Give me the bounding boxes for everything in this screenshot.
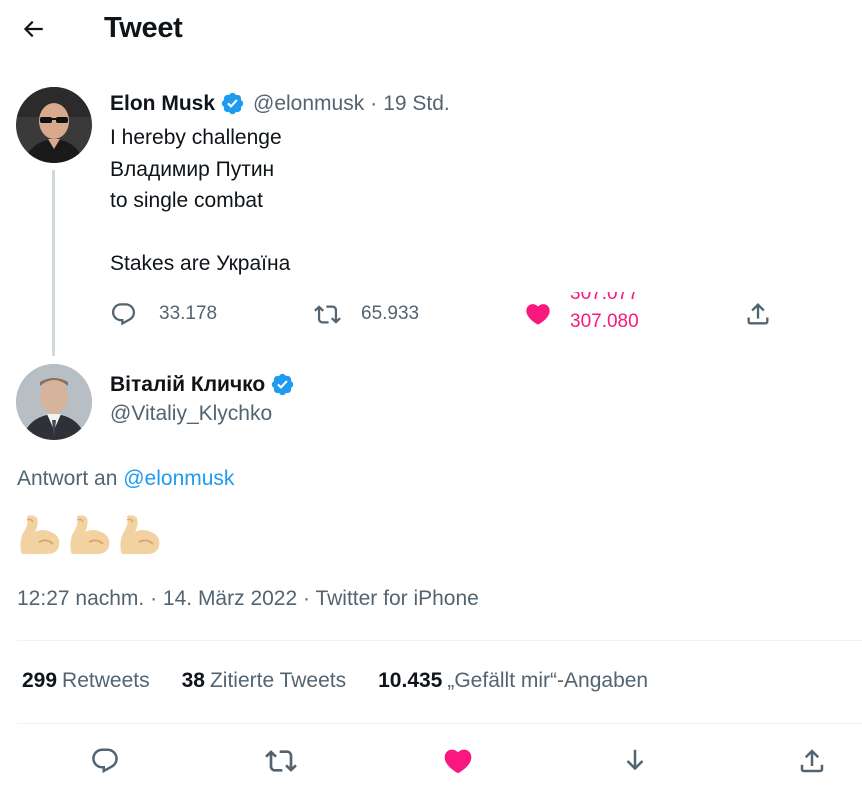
tweet-timestamp[interactable]: 12:27 nachm. · 14. März 2022 · Twitter f… [17, 587, 479, 611]
share-button[interactable] [789, 738, 835, 784]
parent-tweet-header: Elon Musk @elonmusk · 19 Std. [110, 91, 450, 116]
retweet-button[interactable] [258, 738, 304, 784]
quotes-label: Zitierte Tweets [209, 669, 347, 692]
share-button[interactable] [744, 292, 772, 336]
tweet-stats: 299 Retweets 38 Zitierte Tweets 10.435 „Gef… [22, 669, 680, 693]
quotes-value: 38 [181, 669, 205, 692]
retweet-button[interactable]: 65.933 [314, 292, 419, 336]
flexed-biceps-icon [20, 515, 60, 554]
tweet-text-line: Владимир Путин [110, 157, 275, 181]
author-handle[interactable]: @Vitaliy_Klychko [110, 402, 272, 426]
like-count-rolling: 307.077 307.080 [570, 292, 660, 330]
retweet-icon [314, 304, 341, 324]
retweets-label: Retweets [62, 669, 150, 692]
author-name[interactable]: Віталій Кличко [110, 373, 265, 397]
main-tweet-header: Віталій Кличко [110, 372, 295, 397]
tweet-time[interactable]: 19 Std. [383, 92, 450, 116]
likes-stat[interactable]: 10.435 „Gefällt mir“-Angaben [378, 669, 648, 693]
avatar-elon-musk[interactable] [16, 87, 92, 163]
heart-filled-icon [526, 304, 550, 325]
reply-to-handle-link[interactable]: @elonmusk [123, 467, 234, 490]
parent-tweet-actions: 33.178 65.933 307.077 307.080 [110, 292, 790, 336]
tweet-text-line: to single combat [110, 189, 263, 212]
thread-connector [52, 170, 55, 356]
reply-count: 33.178 [159, 303, 218, 324]
reply-button[interactable] [82, 738, 128, 784]
arrow-down-icon [626, 749, 644, 771]
avatar-vitaliy-klychko[interactable] [16, 364, 92, 440]
heart-filled-icon [444, 749, 472, 774]
reply-prefix: Antwort an [17, 467, 118, 490]
retweet-count: 65.933 [361, 303, 420, 324]
author-handle[interactable]: @elonmusk [253, 92, 364, 116]
bookmark-button[interactable] [612, 738, 658, 784]
tweet-text-line [110, 217, 290, 249]
likes-label: „Gefällt mir“-Angaben [447, 669, 649, 692]
parent-tweet-text: I hereby challenge Владимир Путин to sin… [110, 122, 290, 280]
author-name[interactable]: Elon Musk [110, 92, 215, 116]
share-icon [800, 749, 824, 773]
main-tweet-actions [0, 738, 862, 784]
reply-button[interactable]: 33.178 [110, 292, 217, 336]
page-title: Tweet [104, 12, 183, 44]
divider [17, 640, 862, 641]
tweet-text-line: Stakes are Україна [110, 252, 291, 275]
retweets-stat[interactable]: 299 Retweets [22, 669, 150, 693]
like-button[interactable] [435, 738, 481, 784]
flexed-biceps-icon [120, 515, 160, 554]
flexed-biceps-icon [70, 515, 110, 554]
reply-context: Antwort an @elonmusk [17, 467, 234, 491]
tweet-emoji-content [17, 512, 163, 558]
like-button[interactable] [524, 292, 552, 336]
like-count-old: 307.077 [570, 292, 639, 304]
retweet-icon [265, 750, 297, 772]
likes-value: 10.435 [378, 669, 443, 692]
reply-icon [111, 302, 136, 325]
reply-icon [92, 748, 118, 774]
like-count-new: 307.080 [570, 311, 639, 330]
retweets-value: 299 [22, 669, 58, 692]
divider [17, 723, 862, 724]
tweet-text-line: I hereby challenge [110, 126, 282, 149]
top-bar: Tweet [0, 0, 862, 56]
arrow-left-icon [23, 20, 43, 38]
separator-dot: · [370, 91, 378, 115]
quote-tweets-stat[interactable]: 38 Zitierte Tweets [182, 669, 347, 693]
back-button[interactable] [16, 12, 50, 46]
verified-badge-icon [270, 372, 295, 397]
share-icon [747, 303, 769, 325]
verified-badge-icon [220, 91, 245, 116]
